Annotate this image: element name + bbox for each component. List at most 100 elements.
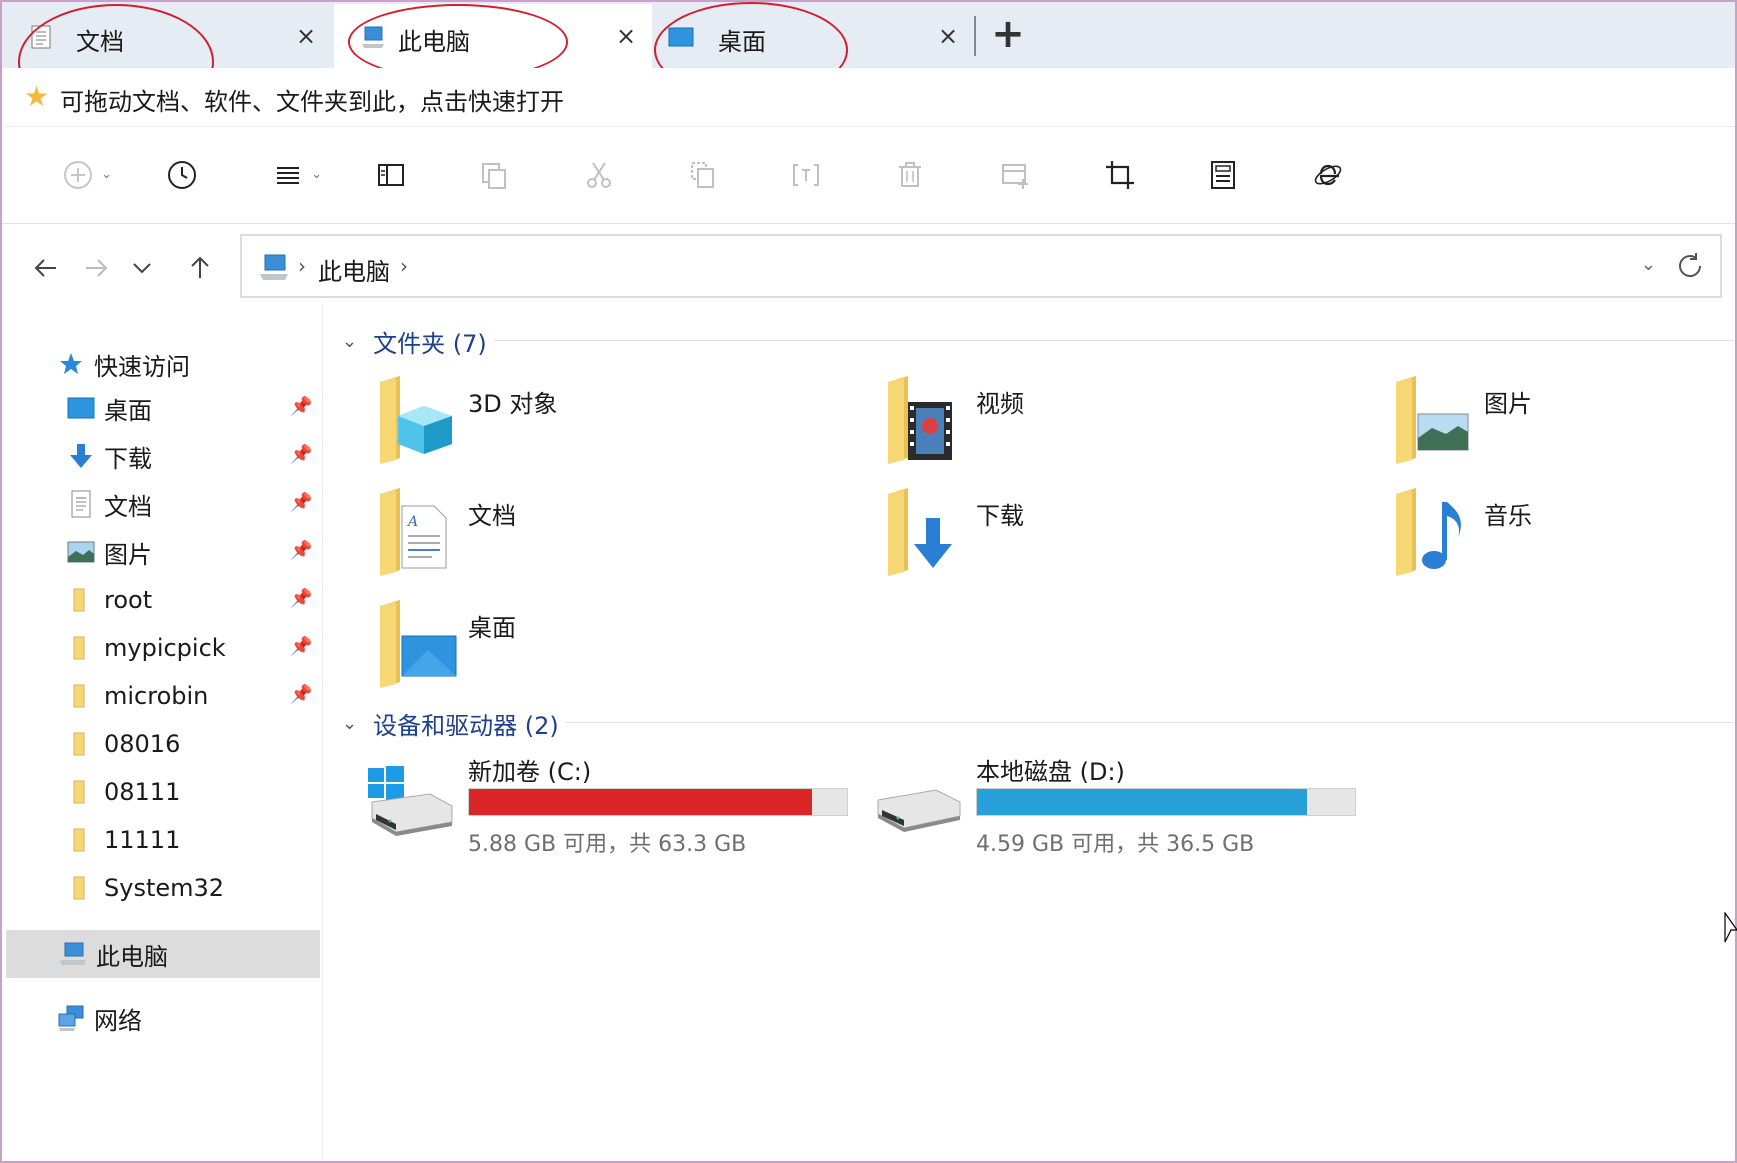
drive-usage-fill [977, 789, 1308, 815]
new-tab-button[interactable]: + [986, 8, 1030, 60]
pin-icon[interactable]: 📌 [290, 444, 312, 465]
drive-c[interactable]: 新加卷 (C:) 5.88 GB 可用，共 63.3 GB [368, 752, 848, 862]
folder-3d-objects[interactable]: 3D 对象 [378, 376, 858, 476]
tab-label: 此电脑 [398, 28, 470, 56]
folder-desktop[interactable]: 桌面 [378, 600, 858, 700]
chevron-down-icon[interactable]: ⌄ [1641, 254, 1656, 275]
new-folder-button[interactable] [995, 155, 1035, 195]
nav-item-documents[interactable]: 文档 📌 [66, 482, 326, 526]
crop-button[interactable] [1100, 155, 1140, 195]
nav-label: 08111 [104, 778, 181, 806]
nav-label: 下载 [104, 444, 152, 473]
paste-button[interactable] [682, 155, 722, 195]
browser-button[interactable] [1308, 155, 1348, 195]
folder-downloads[interactable]: 下载 [886, 488, 1366, 588]
star-icon [56, 349, 86, 379]
breadcrumb-separator[interactable]: › [298, 254, 306, 278]
chevron-down-icon [133, 263, 151, 274]
3d-objects-icon [380, 376, 452, 464]
nav-item-folder[interactable]: 11111 [66, 818, 180, 862]
nav-item-folder[interactable]: root 📌 [66, 578, 326, 622]
hard-drive-icon [877, 789, 961, 832]
breadcrumb-separator[interactable]: › [400, 254, 408, 278]
calculator-button[interactable] [1203, 155, 1243, 195]
folder-video[interactable]: 视频 [886, 376, 1366, 476]
nav-item-desktop[interactable]: 桌面 📌 [66, 386, 326, 430]
folder-icon [66, 585, 96, 615]
folder-music[interactable]: 音乐 [1394, 488, 1737, 588]
drive-d[interactable]: 本地磁盘 (D:) 4.59 GB 可用，共 36.5 GB [876, 752, 1356, 862]
drive-name: 本地磁盘 (D:) [976, 758, 1125, 786]
chevron-down-icon[interactable]: ⌄ [342, 331, 357, 352]
tab-documents[interactable]: 文档 × [2, 4, 326, 68]
close-icon[interactable]: × [296, 22, 316, 50]
nav-item-folder[interactable]: mypicpick 📌 [66, 626, 326, 670]
list-icon [277, 167, 299, 184]
clock-icon [168, 161, 196, 189]
back-button[interactable] [26, 250, 66, 286]
breadcrumb-this-pc[interactable]: 此电脑 [318, 252, 390, 287]
refresh-icon[interactable] [1674, 250, 1706, 282]
arrow-left-icon [34, 259, 56, 277]
cut-button[interactable] [579, 155, 619, 195]
rename-button[interactable] [786, 155, 826, 195]
pin-icon[interactable]: 📌 [290, 684, 312, 705]
new-button[interactable]: ⌄ [58, 155, 112, 195]
favorites-bar[interactable]: ★ 可拖动文档、软件、文件夹到此，点击快速打开 [2, 68, 1735, 126]
nav-item-folder[interactable]: 08111 [66, 770, 180, 814]
music-icon [1396, 488, 1461, 576]
star-icon: ★ [24, 80, 50, 113]
add-item-icon [1002, 164, 1028, 189]
pin-icon[interactable]: 📌 [290, 588, 312, 609]
tab-desktop[interactable]: 桌面 × [652, 4, 974, 68]
copy-icon [482, 163, 506, 189]
recent-button[interactable] [162, 155, 202, 195]
folder-documents[interactable]: A 文档 [378, 488, 858, 588]
cursor-icon [1724, 912, 1737, 943]
pane-divider[interactable] [322, 302, 323, 1161]
tab-label: 桌面 [718, 28, 766, 56]
copy-button[interactable] [474, 155, 514, 195]
nav-item-folder[interactable]: microbin 📌 [66, 674, 326, 718]
up-button[interactable] [180, 250, 220, 286]
download-icon [888, 488, 952, 576]
address-bar[interactable]: › 此电脑 › ⌄ [240, 234, 1722, 298]
document-icon [31, 25, 51, 49]
pin-icon[interactable]: 📌 [290, 636, 312, 657]
pin-icon[interactable]: 📌 [290, 396, 312, 417]
desktop-icon [668, 27, 694, 47]
network-icon [56, 1003, 86, 1033]
nav-label: 11111 [104, 826, 181, 854]
pane-button[interactable] [371, 155, 411, 195]
pin-icon[interactable]: 📌 [290, 540, 312, 561]
view-button[interactable]: ⌄ [268, 155, 322, 195]
delete-button[interactable] [890, 155, 930, 195]
nav-network[interactable]: 网络 [56, 996, 142, 1040]
computer-icon [58, 939, 88, 969]
nav-item-folder[interactable]: System32 [66, 866, 224, 910]
forward-button[interactable] [76, 250, 116, 286]
drive-space-info: 5.88 GB 可用，共 63.3 GB [468, 832, 747, 857]
close-icon[interactable]: × [938, 22, 958, 50]
chevron-down-icon[interactable]: ⌄ [342, 713, 357, 734]
nav-item-folder[interactable]: 08016 [66, 722, 180, 766]
folder-pictures[interactable]: 图片 [1394, 376, 1737, 476]
nav-this-pc[interactable]: 此电脑 [6, 930, 320, 978]
computer-icon [362, 26, 384, 48]
nav-item-pictures[interactable]: 图片 📌 [66, 530, 326, 574]
tab-this-pc[interactable]: 此电脑 × [334, 4, 652, 68]
nav-label: 文档 [104, 492, 152, 521]
close-icon[interactable]: × [616, 22, 636, 50]
navigation-pane: 快速访问 桌面 📌 下载 📌 文档 📌 图片 📌 root 📌 mypicpic… [6, 302, 322, 1161]
scissors-icon [587, 162, 611, 188]
recent-locations-button[interactable] [122, 250, 162, 286]
pin-icon[interactable]: 📌 [290, 492, 312, 513]
section-header-folders[interactable]: ⌄ 文件夹 (7) [342, 324, 487, 359]
document-icon [66, 489, 96, 519]
folder-label: 桌面 [468, 614, 516, 642]
drive-usage-bar [976, 788, 1356, 816]
section-header-drives[interactable]: ⌄ 设备和驱动器 (2) [342, 706, 559, 741]
nav-label: microbin [104, 682, 209, 710]
nav-item-downloads[interactable]: 下载 📌 [66, 434, 326, 478]
nav-quick-access[interactable]: 快速访问 [56, 342, 190, 386]
